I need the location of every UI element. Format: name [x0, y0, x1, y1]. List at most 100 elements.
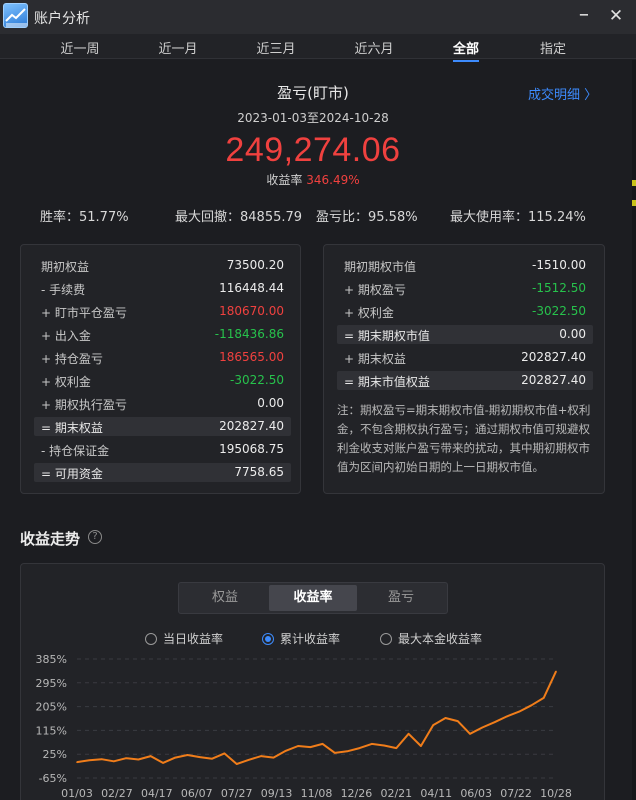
win-rate: 胜率：51.77%	[40, 210, 129, 225]
x-tick-label: 07/27	[221, 787, 253, 800]
scrollbar[interactable]	[632, 60, 636, 800]
option-row: = 期末期权市值 0.00	[337, 325, 593, 344]
row-label: + 期末权益	[344, 352, 406, 366]
row-label: + 权利金	[344, 306, 394, 320]
minimize-button[interactable]: −	[573, 5, 595, 27]
data-point	[456, 720, 459, 722]
data-point	[370, 743, 373, 745]
row-label: + 盯市平仓盈亏	[41, 306, 127, 320]
data-point	[395, 747, 398, 749]
equity-row: - 手续费 116448.44	[34, 279, 291, 298]
x-tick-label: 01/03	[61, 787, 93, 800]
x-tick-label: 06/03	[460, 787, 492, 800]
row-label: = 期末市值权益	[344, 375, 430, 389]
x-tick-label: 07/22	[500, 787, 532, 800]
max-usage-rate: 最大使用率：115.24%	[450, 210, 586, 225]
row-value: -1510.00	[532, 258, 586, 272]
row-value: 0.00	[559, 327, 586, 341]
row-value: -118436.86	[214, 327, 284, 341]
data-point	[248, 758, 250, 761]
x-tick-label: 04/17	[141, 787, 173, 800]
tab-custom[interactable]: 指定	[523, 38, 583, 57]
data-point	[321, 743, 324, 745]
data-point	[100, 758, 103, 761]
data-point	[211, 757, 213, 760]
data-point	[235, 763, 238, 765]
tab-week[interactable]: 近一周	[50, 38, 110, 57]
trade-detail-link[interactable]: 成交明细 〉	[528, 84, 597, 103]
close-button[interactable]: ✕	[605, 5, 627, 27]
data-point	[530, 704, 533, 707]
x-tick-label: 12/26	[341, 787, 373, 800]
tab-all[interactable]: 全部	[436, 38, 496, 62]
data-point	[186, 754, 189, 756]
tab-three-months[interactable]: 近三月	[246, 38, 306, 57]
equity-row: - 持仓保证金 195068.75	[34, 440, 291, 459]
data-point	[272, 756, 275, 759]
max-drawdown: 最大回撤：84855.79	[175, 210, 303, 225]
row-label: 期初期权市值	[344, 260, 417, 274]
data-point	[113, 760, 115, 763]
data-point	[260, 755, 263, 757]
row-label: = 期末权益	[41, 421, 103, 435]
data-point	[174, 756, 177, 759]
return-rate-label: 收益率	[266, 173, 307, 187]
y-tick-label: 295%	[36, 677, 67, 690]
scroll-marker	[632, 200, 636, 206]
equity-row: = 期末权益 202827.40	[34, 417, 291, 436]
x-tick-label: 02/27	[101, 787, 133, 800]
y-tick-label: 205%	[36, 701, 67, 714]
data-point	[76, 761, 78, 763]
data-point	[358, 747, 361, 749]
row-value: 73500.20	[226, 258, 284, 272]
window-title: 账户分析	[34, 11, 90, 27]
data-point	[334, 752, 336, 754]
row-value: 202827.40	[521, 350, 586, 364]
date-range: 2023-01-03至2024-10-28	[237, 111, 389, 125]
data-point	[469, 733, 471, 735]
y-tick-label: 385%	[36, 653, 67, 666]
scroll-marker	[632, 180, 636, 186]
data-point	[223, 752, 226, 755]
row-label: + 期权盈亏	[344, 283, 406, 297]
data-point	[407, 733, 410, 735]
option-row: + 权利金 -3022.50	[337, 302, 593, 321]
data-point	[506, 715, 508, 718]
equity-row: = 可用资金 7758.65	[34, 463, 291, 482]
equity-row: + 盯市平仓盈亏 180670.00	[34, 302, 291, 321]
row-value: 0.00	[257, 396, 284, 410]
return-rate-value: 346.49%	[306, 173, 360, 187]
data-point	[88, 759, 91, 762]
equity-row: + 出入金 -118436.86	[34, 325, 291, 344]
row-value: 202827.40	[521, 373, 586, 387]
help-icon[interactable]: ?	[88, 530, 102, 544]
data-point	[137, 758, 140, 761]
option-note: 注：期权盈亏=期末期权市值-期初期权市值+权利金，不包含期权执行盈亏；通过期权市…	[337, 403, 591, 474]
x-tick-label: 04/11	[420, 787, 452, 800]
x-tick-label: 02/21	[380, 787, 412, 800]
period-tab-bar: 近一周 近一月 近三月 近六月 全部 指定	[0, 34, 636, 62]
tab-month[interactable]: 近一月	[148, 38, 208, 57]
data-point	[420, 745, 422, 747]
row-value: 116448.44	[219, 281, 284, 295]
row-label: 期初权益	[41, 260, 90, 274]
y-tick-label: 25%	[43, 748, 67, 761]
data-point	[555, 670, 557, 673]
data-point	[149, 755, 152, 757]
return-line-chart: 385% 295% 205% 115% 25% -65% 01/03 02/27 04/17 06…	[36, 653, 572, 800]
data-point	[481, 726, 484, 729]
y-tick-label: 115%	[36, 724, 67, 737]
equity-row: + 持仓盈亏 186565.00	[34, 348, 291, 367]
row-label: + 出入金	[41, 329, 91, 343]
row-value: 202827.40	[219, 419, 284, 433]
y-tick-label: -65%	[39, 772, 67, 785]
data-point	[432, 724, 434, 726]
trend-section-title: 收益走势	[20, 530, 81, 548]
equity-row: + 期权执行盈亏 0.00	[34, 394, 291, 413]
row-label: = 期末期权市值	[344, 329, 430, 343]
tab-six-months[interactable]: 近六月	[344, 38, 404, 57]
data-point	[518, 710, 520, 713]
row-label: + 持仓盈亏	[41, 352, 103, 366]
profit-loss-ratio: 盈亏比：95.58%	[316, 210, 418, 225]
equity-row: 期初权益 73500.20	[34, 256, 291, 275]
